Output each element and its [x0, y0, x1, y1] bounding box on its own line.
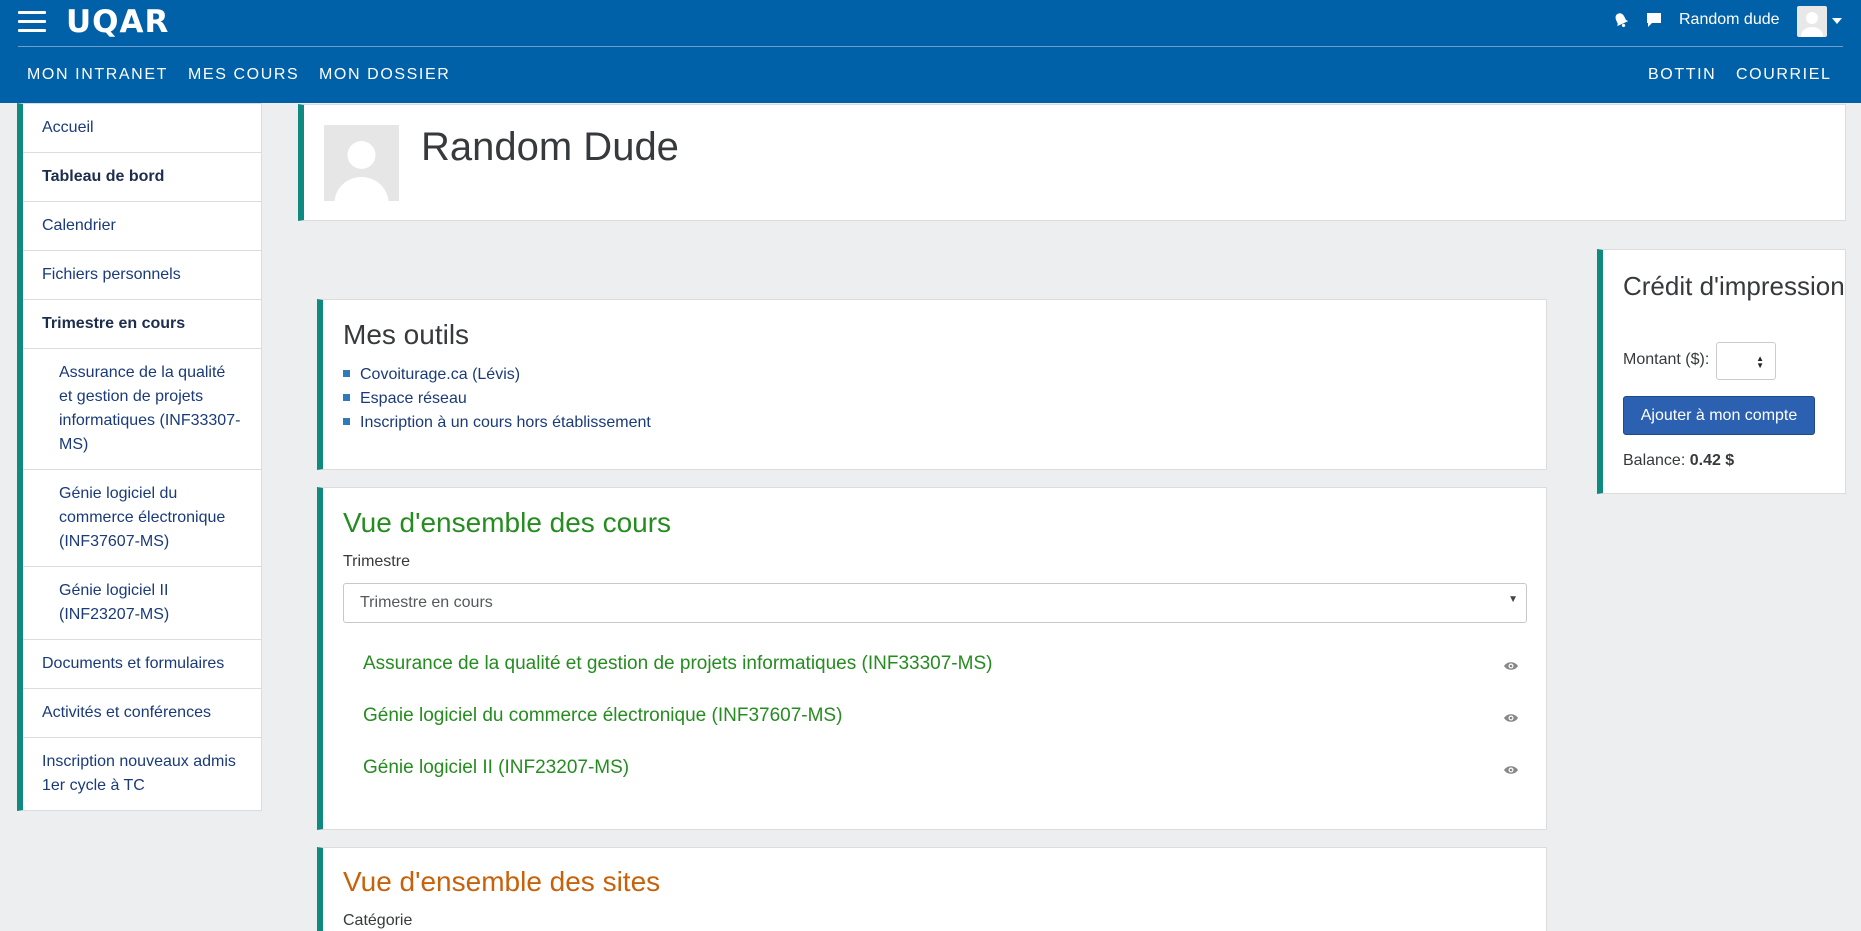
site-logo[interactable]: UQAR [66, 4, 169, 40]
sidebar-item-documents[interactable]: Documents et formulaires [23, 640, 261, 689]
tool-link-covoiturage[interactable]: Covoiturage.ca (Lévis) [343, 363, 651, 387]
trimestre-select[interactable]: Trimestre en cours ▼ [343, 583, 1527, 623]
course-link-inf33307[interactable]: Assurance de la qualité et gestion de pr… [363, 653, 992, 675]
profile-avatar [324, 125, 399, 201]
user-avatar-icon[interactable] [1797, 6, 1827, 37]
trimestre-select-value: Trimestre en cours [360, 594, 493, 611]
user-menu-name[interactable]: Random dude [1679, 11, 1780, 29]
sidebar-item-fichiers-personnels[interactable]: Fichiers personnels [23, 251, 261, 300]
site-overview-block: Vue d'ensemble des sites Catégorie [317, 847, 1547, 931]
select-arrows-icon: ▲ ▼ [1756, 354, 1764, 370]
eye-icon[interactable] [1503, 764, 1519, 776]
sidebar-item-course-inf23207[interactable]: Génie logiciel II (INF23207-MS) [23, 567, 261, 640]
sidebar-item-course-inf37607[interactable]: Génie logiciel du commerce électronique … [23, 470, 261, 567]
top-navbar: UQAR Random dude MON INTRANET MES COURS … [0, 0, 1861, 103]
divider [18, 46, 1843, 47]
trimestre-label: Trimestre [343, 553, 410, 570]
chevron-down-icon[interactable] [1832, 18, 1842, 24]
montant-label: Montant ($): [1623, 351, 1710, 368]
montant-select[interactable]: ▲ ▼ [1716, 342, 1776, 380]
site-overview-title: Vue d'ensemble des sites [343, 866, 661, 897]
sidebar-item-activites[interactable]: Activités et conférences [23, 689, 261, 738]
balance-text: Balance: 0.42 $ [1623, 452, 1734, 470]
nav-mon-dossier[interactable]: MON DOSSIER [319, 66, 450, 84]
add-to-account-button[interactable]: Ajouter à mon compte [1623, 396, 1815, 435]
chevron-down-icon: ▼ [1508, 594, 1518, 605]
sidebar-item-tableau-de-bord[interactable]: Tableau de bord [23, 153, 261, 202]
course-link-inf37607[interactable]: Génie logiciel du commerce électronique … [363, 705, 842, 727]
sidebar-item-inscription[interactable]: Inscription nouveaux admis 1er cycle à T… [23, 738, 261, 810]
chat-icon[interactable] [1644, 10, 1664, 30]
menu-icon[interactable] [18, 11, 46, 33]
bell-icon[interactable] [1611, 10, 1631, 30]
balance-value: 0.42 $ [1689, 452, 1735, 469]
nav-bottin[interactable]: BOTTIN [1648, 66, 1716, 84]
course-link-inf23207[interactable]: Génie logiciel II (INF23207-MS) [363, 757, 629, 779]
tool-link-inscription[interactable]: Inscription à un cours hors établissemen… [343, 411, 651, 435]
nav-mes-cours[interactable]: MES COURS [188, 66, 299, 84]
sidebar-item-calendrier[interactable]: Calendrier [23, 202, 261, 251]
sidebar: Accueil Tableau de bord Calendrier Fichi… [17, 103, 262, 811]
tool-link-espace-reseau[interactable]: Espace réseau [343, 387, 651, 411]
sidebar-item-course-inf33307[interactable]: Assurance de la qualité et gestion de pr… [23, 349, 261, 470]
profile-header: Random Dude [298, 104, 1846, 221]
nav-mon-intranet[interactable]: MON INTRANET [27, 66, 168, 84]
sidebar-item-accueil[interactable]: Accueil [23, 104, 261, 153]
nav-courriel[interactable]: COURRIEL [1736, 66, 1831, 84]
balance-label: Balance: [1623, 452, 1686, 469]
mes-outils-block: Mes outils Covoiturage.ca (Lévis) Espace… [317, 299, 1547, 470]
page-title: Random Dude [421, 125, 679, 169]
print-credit-title: Crédit d'impression [1623, 271, 1845, 301]
mes-outils-title: Mes outils [343, 319, 470, 350]
course-overview-title: Vue d'ensemble des cours [343, 507, 672, 538]
tool-list: Covoiturage.ca (Lévis) Espace réseau Ins… [343, 363, 651, 435]
print-credit-block: Crédit d'impression Montant ($): ▲ ▼ Ajou… [1597, 249, 1846, 494]
categorie-label: Catégorie [343, 912, 413, 929]
eye-icon[interactable] [1503, 660, 1519, 672]
eye-icon[interactable] [1503, 712, 1519, 724]
course-overview-block: Vue d'ensemble des cours Trimestre Trime… [317, 487, 1547, 830]
sidebar-item-trimestre-en-cours[interactable]: Trimestre en cours [23, 300, 261, 349]
